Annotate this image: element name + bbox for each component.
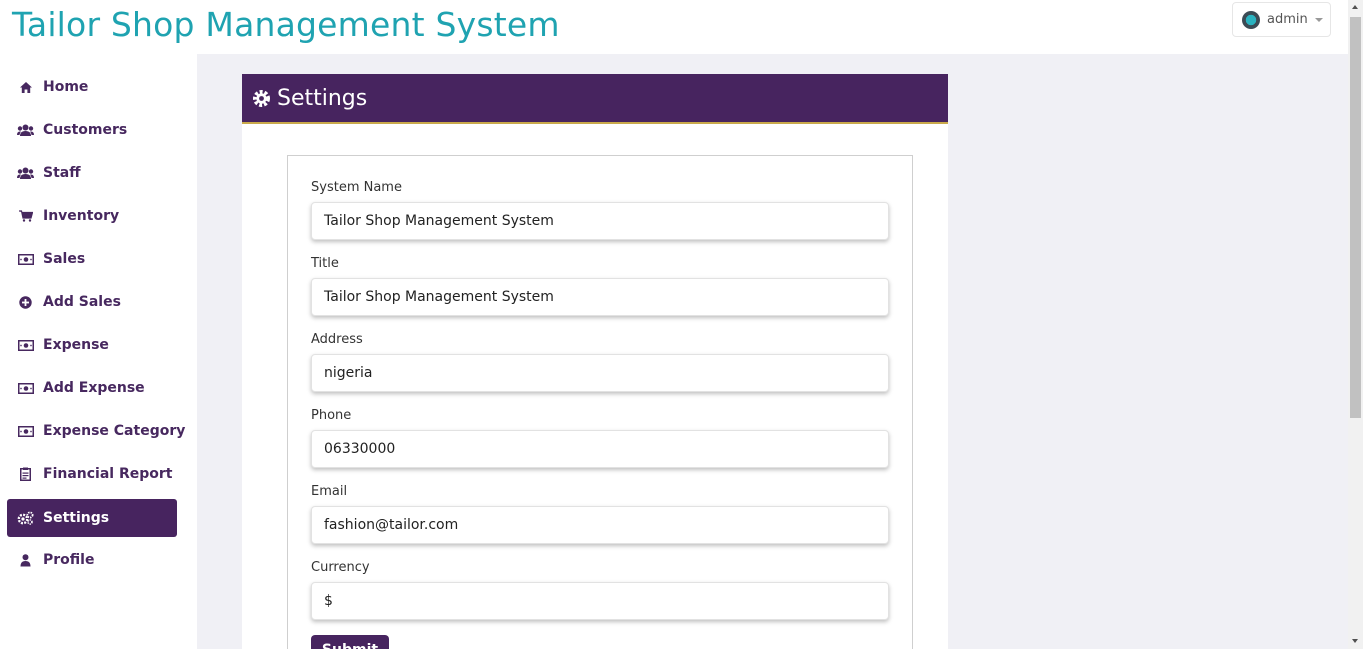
- sidebar-item-label: Expense: [43, 337, 109, 353]
- title-input[interactable]: Tailor Shop Management System: [311, 278, 889, 316]
- address-input[interactable]: nigeria: [311, 354, 889, 392]
- caret-down-icon: [1314, 17, 1323, 22]
- cogs-icon: [17, 510, 34, 527]
- system-name-input[interactable]: Tailor Shop Management System: [311, 202, 889, 240]
- sidebar-item-label: Profile: [43, 552, 95, 568]
- system-name-label: System Name: [311, 180, 402, 195]
- currency-input[interactable]: $: [311, 582, 889, 620]
- sidebar-item-inventory[interactable]: Inventory: [7, 197, 177, 235]
- clipboard-icon: [17, 466, 34, 483]
- panel-header: Settings: [242, 74, 948, 124]
- avatar: [1242, 10, 1260, 29]
- user-icon: [17, 552, 34, 569]
- money-icon: [17, 337, 34, 354]
- sidebar-item-label: Sales: [43, 251, 86, 267]
- sidebar-item-label: Expense Category: [43, 423, 186, 439]
- user-name: admin: [1267, 12, 1308, 27]
- sidebar-item-home[interactable]: Home: [7, 68, 177, 106]
- sidebar-item-profile[interactable]: Profile: [7, 541, 177, 579]
- scrollbar-thumb[interactable]: [1350, 17, 1361, 418]
- email-input[interactable]: fashion@tailor.com: [311, 506, 889, 544]
- sidebar-item-customers[interactable]: Customers: [7, 111, 177, 149]
- sidebar-item-expense[interactable]: Expense: [7, 326, 177, 364]
- sidebar-item-financial-report[interactable]: Financial Report: [7, 455, 177, 493]
- home-icon: [17, 79, 34, 96]
- plus-circle-icon: [17, 294, 34, 311]
- sidebar-item-label: Add Expense: [43, 380, 145, 396]
- money-icon: [17, 251, 34, 268]
- money-icon: [17, 380, 34, 397]
- users-icon: [17, 122, 34, 139]
- sidebar-item-settings[interactable]: Settings: [7, 499, 177, 537]
- money-icon: [17, 423, 34, 440]
- scroll-down-arrow-icon[interactable]: [1352, 639, 1358, 643]
- app-title: Tailor Shop Management System: [12, 5, 560, 44]
- sidebar-item-expense-category[interactable]: Expense Category: [7, 412, 185, 450]
- gear-icon: [252, 89, 271, 108]
- page-scrollbar[interactable]: [1348, 0, 1363, 649]
- cart-icon: [17, 208, 34, 225]
- address-label: Address: [311, 332, 363, 347]
- currency-label: Currency: [311, 560, 370, 575]
- sidebar-item-add-sales[interactable]: Add Sales: [7, 283, 177, 321]
- panel-title: Settings: [277, 85, 368, 111]
- user-menu-dropdown[interactable]: admin: [1232, 2, 1331, 37]
- title-label: Title: [311, 256, 339, 271]
- sidebar-item-label: Customers: [43, 122, 128, 138]
- phone-label: Phone: [311, 408, 352, 423]
- sidebar-item-add-expense[interactable]: Add Expense: [7, 369, 177, 407]
- sidebar-item-staff[interactable]: Staff: [7, 154, 177, 192]
- sidebar-item-label: Inventory: [43, 208, 120, 224]
- phone-input[interactable]: 06330000: [311, 430, 889, 468]
- sidebar-item-label: Home: [43, 79, 89, 95]
- sidebar-item-label: Financial Report: [43, 466, 173, 482]
- sidebar-item-sales[interactable]: Sales: [7, 240, 177, 278]
- scroll-up-arrow-icon[interactable]: [1352, 5, 1358, 9]
- users-icon: [17, 165, 34, 182]
- submit-button[interactable]: Submit: [311, 635, 389, 649]
- sidebar-item-label: Add Sales: [43, 294, 121, 310]
- sidebar-item-label: Staff: [43, 165, 81, 181]
- email-label: Email: [311, 484, 348, 499]
- sidebar-item-label: Settings: [43, 510, 110, 526]
